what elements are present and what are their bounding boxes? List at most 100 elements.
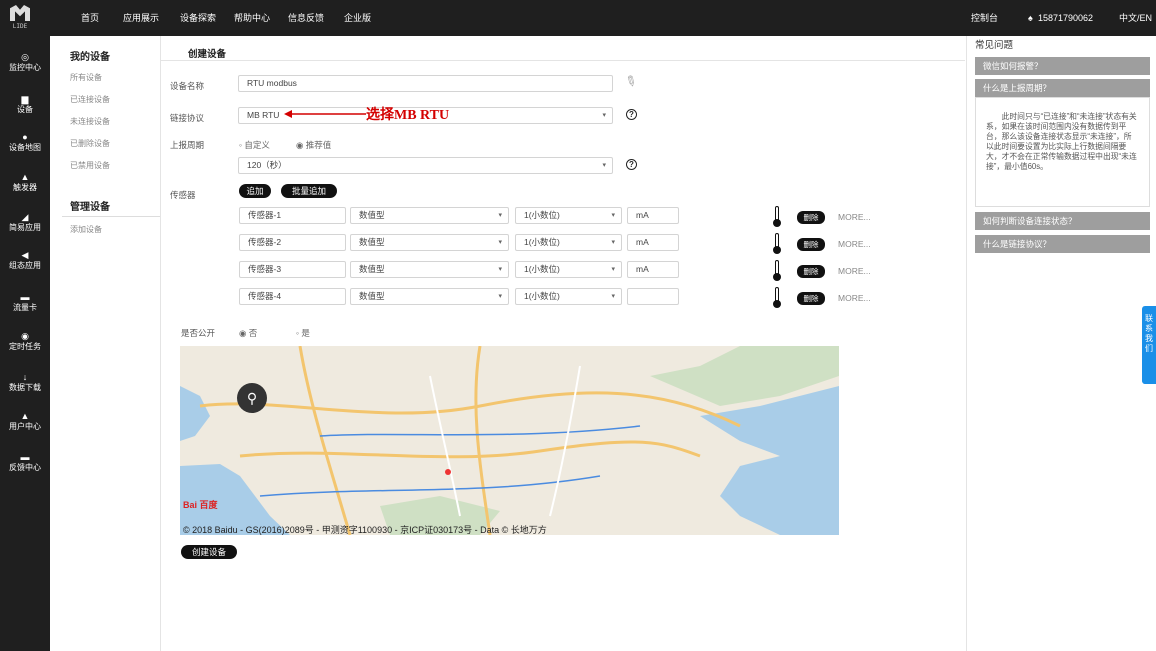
download-icon: ↓: [22, 372, 28, 382]
annotation-arrow-icon: [284, 110, 366, 118]
menu-item-disabled[interactable]: 已禁用设备: [70, 160, 110, 171]
search-icon[interactable]: ⚲: [237, 383, 267, 413]
sensor-type-select[interactable]: 数值型: [350, 261, 509, 278]
contact-us-tab[interactable]: 联系我们: [1142, 306, 1156, 384]
sidebar-item-map[interactable]: ● 设备地图: [0, 132, 50, 153]
batch-add-sensor-button[interactable]: 批量追加: [281, 184, 337, 198]
divider: [160, 36, 161, 651]
sensor-unit-input[interactable]: mA: [627, 207, 679, 224]
sensor-decimal-select[interactable]: 1(小数位): [515, 207, 622, 224]
thermometer-icon: [773, 233, 781, 255]
card-icon: ▬: [20, 292, 30, 302]
device-name-input[interactable]: RTU modbus: [238, 75, 613, 92]
location-map[interactable]: ⚲ Bai 百度: [180, 346, 839, 535]
menu-item-all[interactable]: 所有设备: [70, 72, 102, 83]
public-yes-radio[interactable]: ◦ 是: [296, 327, 310, 339]
add-sensor-button[interactable]: 追加: [239, 184, 271, 198]
bell-icon: ▲: [20, 172, 30, 182]
thermometer-icon: [773, 206, 781, 228]
edit-pencil-icon[interactable]: ✎: [622, 71, 640, 92]
top-navbar: LIDE 首页 应用展示 设备探索 帮助中心 信息反馈 企业版 控制台 ♠ 15…: [0, 0, 1156, 36]
device-icon: ▆: [21, 94, 29, 104]
faq-item-report-period[interactable]: 什么是上报周期？: [975, 79, 1150, 97]
sensor-decimal-select[interactable]: 1(小数位): [515, 288, 622, 305]
sidebar-item-config-app[interactable]: ◀ 组态应用: [0, 250, 50, 271]
sensor-decimal-select[interactable]: 1(小数位): [515, 234, 622, 251]
divider: [160, 60, 965, 61]
create-device-button[interactable]: 创建设备: [181, 545, 237, 559]
page-title: 创建设备: [188, 49, 227, 60]
sidebar-item-download[interactable]: ↓ 数据下载: [0, 372, 50, 393]
sensor-unit-input[interactable]: mA: [627, 234, 679, 251]
help-question-icon[interactable]: ?: [626, 109, 637, 120]
sensor-unit-input[interactable]: mA: [627, 261, 679, 278]
map-graphic: [180, 346, 839, 535]
delete-sensor-button[interactable]: 删除: [797, 238, 825, 251]
faq-item-connection-status[interactable]: 如何判断设备连接状态？: [975, 212, 1150, 230]
delete-sensor-button[interactable]: 删除: [797, 292, 825, 305]
nav-enterprise[interactable]: 企业版: [344, 0, 371, 36]
language-switch[interactable]: 中文/EN: [1119, 0, 1152, 36]
sensor-name-input[interactable]: 传感器-3: [239, 261, 346, 278]
nav-feedback[interactable]: 信息反馈: [288, 0, 324, 36]
nav-help[interactable]: 帮助中心: [234, 0, 270, 36]
sidebar-item-sim[interactable]: ▬ 流量卡: [0, 292, 50, 313]
user-icon[interactable]: ♠: [1028, 0, 1033, 36]
map-copyright: © 2018 Baidu - GS(2016)2089号 - 甲测资字11009…: [183, 525, 547, 535]
annotation-text: 选择MB RTU: [366, 108, 450, 123]
sidebar-item-trigger[interactable]: ▲ 触发器: [0, 172, 50, 193]
target-icon: ◎: [21, 52, 29, 62]
menu-item-add[interactable]: 添加设备: [70, 224, 102, 235]
sidebar-item-feedback[interactable]: ▬ 反馈中心: [0, 452, 50, 473]
thermometer-icon: [773, 260, 781, 282]
name-label: 设备名称: [170, 81, 205, 91]
public-no-radio[interactable]: ◉ 否: [239, 327, 257, 339]
more-link[interactable]: MORE...: [838, 212, 871, 222]
sensor-name-input[interactable]: 传感器-2: [239, 234, 346, 251]
menu-item-disconnected[interactable]: 未连接设备: [70, 116, 110, 127]
pin-icon: ●: [22, 132, 28, 142]
help-question-icon[interactable]: ?: [626, 159, 637, 170]
baidu-logo: Bai 百度: [183, 500, 218, 510]
faq-answer: 此时间只与“已连接”和“未连接”状态有关系，如果在该时间范围内没有数据传到平台，…: [975, 97, 1150, 207]
sensor-name-input[interactable]: 传感器-4: [239, 288, 346, 305]
public-label: 是否公开: [181, 328, 216, 338]
menu-divider: [62, 216, 160, 217]
more-link[interactable]: MORE...: [838, 239, 871, 249]
period-select[interactable]: 120（秒）: [238, 157, 613, 174]
menu-item-connected[interactable]: 已连接设备: [70, 94, 110, 105]
sensor-name-input[interactable]: 传感器-1: [239, 207, 346, 224]
user-icon: ▲: [20, 411, 30, 421]
delete-sensor-button[interactable]: 删除: [797, 211, 825, 224]
sensor-type-select[interactable]: 数值型: [350, 207, 509, 224]
sidebar-item-monitor[interactable]: ◎ 监控中心: [0, 52, 50, 73]
sidebar-item-device[interactable]: ▆ 设备: [0, 94, 50, 115]
device-menu: 我的设备 所有设备 已连接设备 未连接设备 已删除设备 已禁用设备 管理设备 添…: [50, 36, 160, 651]
sensor-type-select[interactable]: 数值型: [350, 234, 509, 251]
console-link[interactable]: 控制台: [971, 0, 998, 36]
sidebar-item-user[interactable]: ▲ 用户中心: [0, 411, 50, 432]
sensor-type-select[interactable]: 数值型: [350, 288, 509, 305]
comment-icon: ▬: [20, 452, 30, 462]
user-phone[interactable]: 15871790062: [1038, 0, 1093, 36]
nav-home[interactable]: 首页: [81, 0, 99, 36]
period-custom-radio[interactable]: ◦ 自定义: [239, 139, 270, 151]
thermometer-icon: [773, 287, 781, 309]
nav-showcase[interactable]: 应用展示: [123, 0, 159, 36]
period-recommended-radio[interactable]: ◉ 推荐值: [296, 139, 331, 151]
lide-logo[interactable]: LIDE: [8, 3, 32, 33]
faq-item-wechat-alarm[interactable]: 微信如何报警？: [975, 57, 1150, 75]
faq-item-link-protocol[interactable]: 什么是链接协议？: [975, 235, 1150, 253]
sidebar-item-timer[interactable]: ◉ 定时任务: [0, 331, 50, 352]
nav-explore[interactable]: 设备探索: [180, 0, 216, 36]
sensor-decimal-select[interactable]: 1(小数位): [515, 261, 622, 278]
more-link[interactable]: MORE...: [838, 266, 871, 276]
cursor-icon: ◀: [21, 250, 29, 260]
more-link[interactable]: MORE...: [838, 293, 871, 303]
sidebar: ◎ 监控中心 ▆ 设备 ● 设备地图 ▲ 触发器 ◢ 简易应用 ◀ 组态应用 ▬ 流量卡 ◉ 定…: [0, 36, 50, 651]
sidebar-item-simple-app[interactable]: ◢ 简易应用: [0, 212, 50, 233]
delete-sensor-button[interactable]: 删除: [797, 265, 825, 278]
menu-item-deleted[interactable]: 已删除设备: [70, 138, 110, 149]
faq-title: 常见问题: [975, 40, 1014, 51]
sensor-unit-input[interactable]: [627, 288, 679, 305]
